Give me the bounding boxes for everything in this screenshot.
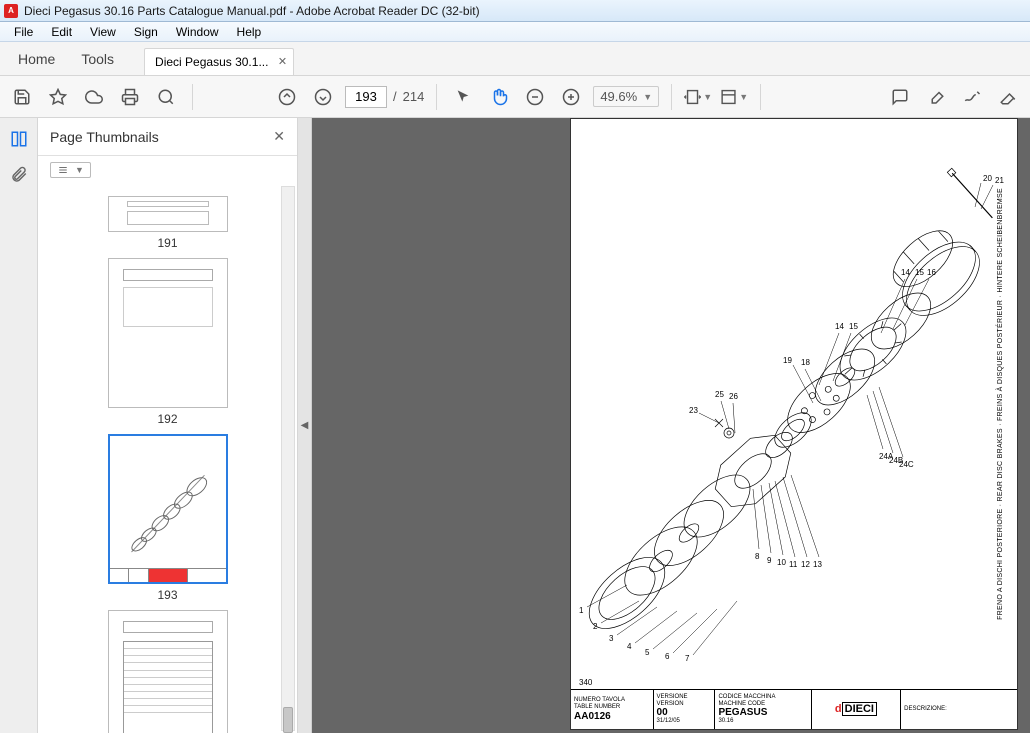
tab-tools[interactable]: Tools xyxy=(77,43,118,75)
thumbnails-icon[interactable] xyxy=(8,128,30,150)
tab-home[interactable]: Home xyxy=(14,43,59,75)
chevron-down-icon: ▼ xyxy=(643,92,652,102)
svg-text:6: 6 xyxy=(665,652,670,661)
svg-text:24C: 24C xyxy=(899,460,914,469)
fit-width-icon[interactable]: ▼ xyxy=(684,83,712,111)
star-icon[interactable] xyxy=(44,83,72,111)
close-tab-icon[interactable]: ✕ xyxy=(278,55,287,68)
page-number-box: / 214 xyxy=(345,86,424,108)
zoom-level[interactable]: 49.6% ▼ xyxy=(593,86,659,107)
hand-tool-icon[interactable] xyxy=(485,83,513,111)
document-view[interactable]: 1 2 3 4 5 6 7 8 9 10 11 12 13 14 15 xyxy=(312,118,1030,733)
thumbnail-194[interactable]: 194 xyxy=(108,610,228,733)
brand-logo: ddDIECIDIECI xyxy=(835,703,877,715)
zoom-out-icon[interactable] xyxy=(521,83,549,111)
scrollbar-thumb[interactable] xyxy=(283,707,293,733)
svg-text:15: 15 xyxy=(849,322,858,331)
thumbnail-193[interactable]: 193 xyxy=(108,434,228,602)
nav-rail xyxy=(0,118,38,733)
menu-window[interactable]: Window xyxy=(168,23,227,41)
svg-text:12: 12 xyxy=(801,560,810,569)
exploded-view-diagram: 1 2 3 4 5 6 7 8 9 10 11 12 13 14 15 xyxy=(561,133,1019,673)
thumbnails-title: Page Thumbnails xyxy=(50,129,159,145)
toolbar: / 214 49.6% ▼ ▼ ▼ xyxy=(0,76,1030,118)
svg-text:23: 23 xyxy=(689,406,698,415)
window-titlebar: A Dieci Pegasus 30.16 Parts Catalogue Ma… xyxy=(0,0,1030,22)
thumbnails-panel: Page Thumbnails ✕ ▼ 191 192 xyxy=(38,118,298,733)
chevron-down-icon: ▼ xyxy=(75,165,84,175)
highlight-icon[interactable] xyxy=(922,83,950,111)
page-print-number: 340 xyxy=(579,678,592,687)
svg-text:11: 11 xyxy=(789,560,798,569)
menu-edit[interactable]: Edit xyxy=(43,23,80,41)
svg-text:13: 13 xyxy=(813,560,822,569)
svg-text:2: 2 xyxy=(593,622,598,631)
svg-text:25: 25 xyxy=(715,390,724,399)
print-icon[interactable] xyxy=(116,83,144,111)
close-panel-icon[interactable]: ✕ xyxy=(273,128,285,145)
window-title: Dieci Pegasus 30.16 Parts Catalogue Manu… xyxy=(24,4,480,18)
thumbnail-192[interactable]: 192 xyxy=(108,258,228,426)
tab-document[interactable]: Dieci Pegasus 30.1... ✕ xyxy=(144,48,294,75)
svg-text:18: 18 xyxy=(801,358,810,367)
attachment-icon[interactable] xyxy=(8,164,30,186)
separator xyxy=(436,84,437,110)
menu-file[interactable]: File xyxy=(6,23,41,41)
sign-icon[interactable] xyxy=(958,83,986,111)
svg-text:15: 15 xyxy=(915,268,924,277)
svg-text:8: 8 xyxy=(755,552,760,561)
pdf-page: 1 2 3 4 5 6 7 8 9 10 11 12 13 14 15 xyxy=(570,118,1018,730)
separator xyxy=(192,84,193,110)
thumbnails-options[interactable]: ▼ xyxy=(50,162,91,178)
comment-icon[interactable] xyxy=(886,83,914,111)
page-footer-block: NUMERO TAVOLA TABLE NUMBER AA0126 VERSIO… xyxy=(571,689,1017,729)
search-icon[interactable] xyxy=(152,83,180,111)
save-icon[interactable] xyxy=(8,83,36,111)
menubar: File Edit View Sign Window Help xyxy=(0,22,1030,42)
menu-sign[interactable]: Sign xyxy=(126,23,166,41)
svg-text:16: 16 xyxy=(927,268,936,277)
zoom-in-icon[interactable] xyxy=(557,83,585,111)
page-display-icon[interactable]: ▼ xyxy=(720,83,748,111)
svg-text:4: 4 xyxy=(627,642,632,651)
menu-help[interactable]: Help xyxy=(229,23,270,41)
tab-document-label: Dieci Pegasus 30.1... xyxy=(155,55,268,69)
svg-text:10: 10 xyxy=(777,558,786,567)
svg-text:5: 5 xyxy=(645,648,650,657)
thumbnail-label: 193 xyxy=(108,588,228,602)
svg-text:3: 3 xyxy=(609,634,614,643)
svg-text:19: 19 xyxy=(783,356,792,365)
menu-view[interactable]: View xyxy=(82,23,124,41)
svg-text:7: 7 xyxy=(685,654,690,663)
zoom-value: 49.6% xyxy=(600,89,637,104)
page-sep: / xyxy=(393,89,397,104)
page-total: 214 xyxy=(403,89,425,104)
cloud-icon[interactable] xyxy=(80,83,108,111)
page-input[interactable] xyxy=(345,86,387,108)
page-down-icon[interactable] xyxy=(309,83,337,111)
separator xyxy=(671,84,672,110)
thumbnail-191[interactable]: 191 xyxy=(108,196,228,250)
svg-text:26: 26 xyxy=(729,392,738,401)
erase-icon[interactable] xyxy=(994,83,1022,111)
chevron-left-icon: ◀ xyxy=(301,420,309,431)
page-up-icon[interactable] xyxy=(273,83,301,111)
svg-text:14: 14 xyxy=(901,268,910,277)
svg-text:14: 14 xyxy=(835,322,844,331)
collapse-panel-handle[interactable]: ◀ xyxy=(298,118,312,733)
arrow-tool-icon[interactable] xyxy=(449,83,477,111)
thumbnails-scrollbar[interactable] xyxy=(281,186,295,731)
svg-text:9: 9 xyxy=(767,556,772,565)
svg-text:1: 1 xyxy=(579,606,584,615)
separator xyxy=(760,84,761,110)
thumbnail-label: 192 xyxy=(108,412,228,426)
page-caption: FRENO A DISCHI POSTERIORE · REAR DISC BR… xyxy=(989,123,1011,685)
tab-strip: Home Tools Dieci Pegasus 30.1... ✕ xyxy=(0,42,1030,76)
thumbnail-label: 191 xyxy=(108,236,228,250)
pdf-icon: A xyxy=(4,4,18,18)
